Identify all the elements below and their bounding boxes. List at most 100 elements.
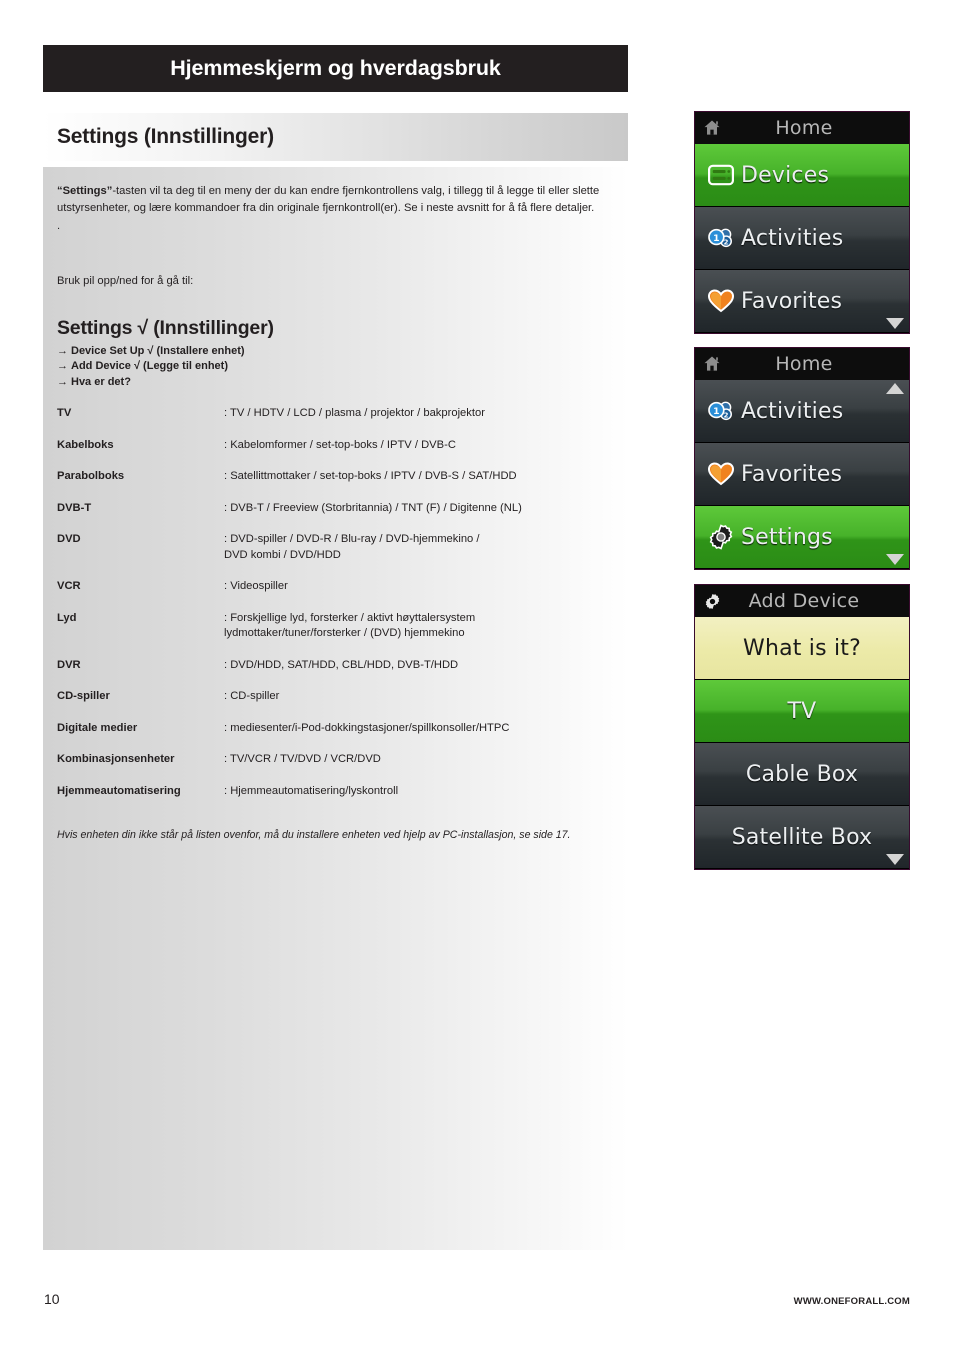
- menu-item-label: Favorites: [741, 461, 843, 487]
- table-row: DVR : DVD/HDD, SAT/HDD, CBL/HDD, DVB-T/H…: [57, 658, 608, 674]
- site-url: WWW.ONEFORALL.COM: [793, 1296, 910, 1307]
- device-type-desc: : TV / HDTV / LCD / plasma / projektor /…: [224, 407, 485, 419]
- menu-item-label: Activities: [741, 398, 844, 424]
- table-row: TV : TV / HDTV / LCD / plasma / projekto…: [57, 406, 608, 422]
- remote-screen-home-settings: Home 1 2 Activities Favorites Settings: [694, 347, 910, 570]
- table-row: Lyd : Forskjellige lyd, forsterker / akt…: [57, 611, 608, 642]
- menu-item-label: TV: [787, 698, 817, 724]
- device-type-desc: : DVD/HDD, SAT/HDD, CBL/HDD, DVB-T/HDD: [224, 658, 459, 671]
- device-type-term: Kombinasjonsenheter: [57, 753, 175, 765]
- menu-path-label: Hva er det?: [71, 375, 131, 388]
- content-panel: “Settings”-tasten vil ta deg til en meny…: [43, 167, 628, 1250]
- gear-icon: [695, 524, 741, 550]
- page-number: 10: [44, 1291, 60, 1307]
- svg-text:2: 2: [724, 238, 729, 246]
- gear-icon: [695, 593, 729, 610]
- table-row: DVB-T : DVB-T / Freeview (Storbritannia)…: [57, 501, 608, 517]
- menu-item-activities[interactable]: 1 2 Activities: [695, 207, 909, 270]
- device-type-term: Lyd: [57, 611, 77, 624]
- table-row: Parabolboks : Satellittmottaker / set-to…: [57, 469, 608, 485]
- svg-text:2: 2: [724, 411, 729, 419]
- menu-item-label: Satellite Box: [731, 824, 873, 850]
- menu-item-devices[interactable]: Devices: [695, 144, 909, 207]
- home-icon: [695, 354, 729, 374]
- stray-period: .: [57, 220, 61, 232]
- screen-row-list: 1 2 Activities Favorites Settings: [695, 380, 909, 569]
- menu-item-activities[interactable]: 1 2 Activities: [695, 380, 909, 443]
- intro-rest-text: -tasten vil ta deg til en meny der du ka…: [57, 185, 600, 214]
- activities-icon: 1 2: [695, 399, 741, 423]
- device-type-desc: : Satellittmottaker / set-top-boks / IPT…: [224, 470, 517, 482]
- svg-text:1: 1: [713, 406, 719, 417]
- menu-item-label: What is it?: [743, 635, 861, 661]
- menu-item-favorites[interactable]: Favorites: [695, 443, 909, 506]
- table-row: Kombinasjonsenheter : TV/VCR / TV/DVD / …: [57, 752, 608, 768]
- device-type-term: Parabolboks: [57, 470, 125, 482]
- menu-path-label: Add Device √ (Legge til enhet): [71, 360, 229, 372]
- device-type-desc: : TV/VCR / TV/DVD / VCR/DVD: [224, 753, 381, 765]
- right-arrow-icon: →: [57, 360, 68, 372]
- table-row: CD-spiller : CD-spiller: [57, 689, 608, 705]
- chapter-title: Hjemmeskjerm og hverdagsbruk: [170, 56, 501, 80]
- screen-header: Add Device: [695, 585, 909, 617]
- heart-icon: [695, 462, 741, 486]
- screen-header: Home: [695, 112, 909, 144]
- menu-item-label: Favorites: [741, 288, 843, 314]
- menu-item-label: Activities: [741, 225, 844, 251]
- device-type-term: Hjemmeautomatisering: [57, 784, 181, 797]
- device-type-term: CD-spiller: [57, 690, 110, 702]
- table-row: Hjemmeautomatisering : Hjemmeautomatiser…: [57, 784, 608, 800]
- device-type-desc: : DVB-T / Freeview (Storbritannia) / TNT…: [224, 501, 522, 514]
- right-arrow-icon: →: [57, 344, 68, 357]
- menu-item-label: Cable Box: [745, 761, 859, 787]
- navigation-hint: Bruk pil opp/ned for å gå til:: [57, 274, 194, 287]
- menu-path-item: → Add Device √ (Legge til enhet): [57, 359, 608, 375]
- settings-menu-list: → Device Set Up √ (Installere enhet) → Add…: [57, 344, 608, 391]
- device-type-term: DVR: [57, 658, 81, 671]
- screen-title: Add Device: [748, 590, 860, 612]
- device-type-desc: : mediesenter/i-Pod-dokkingstasjoner/spi…: [224, 721, 510, 734]
- screen-title: Home: [775, 117, 833, 139]
- device-type-desc: : Kabelomformer / set-top-boks / IPTV / …: [224, 438, 456, 451]
- device-type-term: DVB-T: [57, 501, 92, 514]
- menu-path-item: → Hva er det?: [57, 375, 608, 391]
- menu-item-satellite-box[interactable]: Satellite Box: [695, 806, 909, 869]
- settings-subheading: Settings √ (Innstillinger): [57, 316, 274, 339]
- scroll-down-icon[interactable]: [886, 554, 904, 565]
- screen-title: Home: [775, 353, 833, 375]
- menu-item-favorites[interactable]: Favorites: [695, 270, 909, 333]
- menu-item-cable-box[interactable]: Cable Box: [695, 743, 909, 806]
- table-row: VCR : Videospiller: [57, 579, 608, 595]
- screen-row-list: Devices 1 2 Activities Favorites: [695, 144, 909, 333]
- heart-icon: [695, 289, 741, 313]
- remote-screen-home-devices: Home Devices 1 2 Activities Favorites: [694, 111, 910, 334]
- remote-screen-add-device: Add Device What is it? TV Cable Box Sate…: [694, 584, 910, 870]
- screen-header: Home: [695, 348, 909, 380]
- chapter-header-bar: Hjemmeskjerm og hverdagsbruk: [43, 45, 628, 92]
- device-type-table: TV : TV / HDTV / LCD / plasma / projekto…: [57, 406, 608, 799]
- device-type-desc: : Hjemmeautomatisering/lyskontroll: [224, 784, 399, 797]
- screen-row-list: What is it? TV Cable Box Satellite Box: [695, 617, 909, 869]
- section-title-band: Settings (Innstillinger): [43, 113, 628, 161]
- device-type-term: Kabelboks: [57, 438, 114, 451]
- device-type-desc: : CD-spiller: [224, 690, 280, 702]
- activities-icon: 1 2: [695, 226, 741, 250]
- intro-bold-term: “Settings”: [57, 185, 113, 197]
- svg-text:1: 1: [713, 233, 719, 244]
- page: Hjemmeskjerm og hverdagsbruk Settings (I…: [0, 0, 954, 1350]
- menu-path-item: → Device Set Up √ (Installere enhet): [57, 344, 608, 360]
- device-type-term: Digitale medier: [57, 721, 138, 734]
- scroll-up-icon[interactable]: [886, 383, 904, 394]
- table-row: Digitale medier : mediesenter/i-Pod-dokk…: [57, 721, 608, 737]
- menu-item-what-is-it[interactable]: What is it?: [695, 617, 909, 680]
- menu-item-settings[interactable]: Settings: [695, 506, 909, 569]
- scroll-down-icon[interactable]: [886, 854, 904, 865]
- section-title: Settings (Innstillinger): [57, 125, 274, 148]
- scroll-down-icon[interactable]: [886, 318, 904, 329]
- device-type-desc: : Forskjellige lyd, forsterker / aktivt …: [224, 611, 476, 640]
- menu-path-label: Device Set Up √ (Installere enhet): [71, 344, 245, 357]
- intro-paragraph: “Settings”-tasten vil ta deg til en meny…: [57, 183, 608, 216]
- devices-icon: [695, 164, 741, 186]
- menu-item-tv[interactable]: TV: [695, 680, 909, 743]
- table-row: Kabelboks : Kabelomformer / set-top-boks…: [57, 438, 608, 454]
